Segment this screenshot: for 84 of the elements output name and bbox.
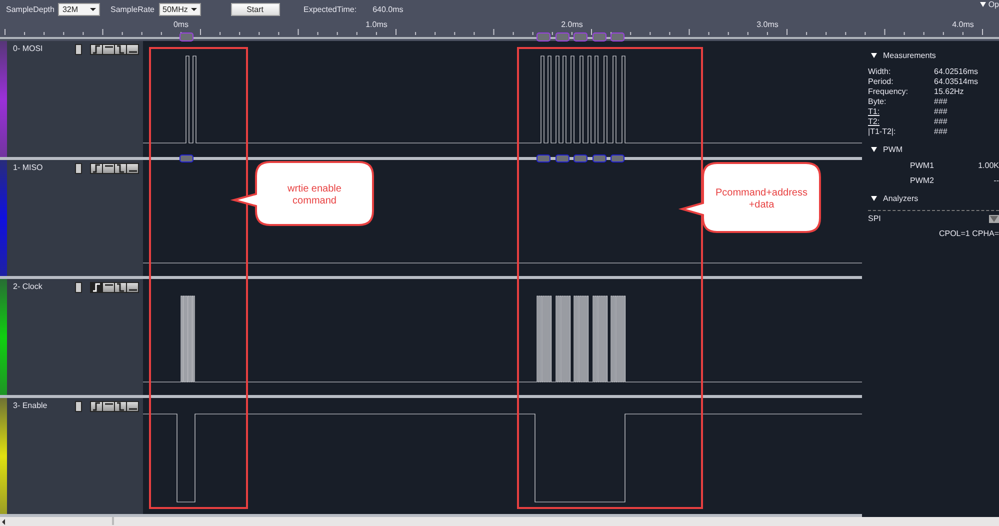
falling-edge-trigger-button[interactable] xyxy=(115,283,126,292)
pwm-label: PWM1 xyxy=(910,161,935,170)
filter-icon[interactable] xyxy=(989,214,999,222)
expected-time-value: 640.0ms xyxy=(372,4,404,14)
triangle-icon xyxy=(980,2,986,7)
cursor-marker[interactable] xyxy=(536,32,550,42)
measurement-label: Frequency: xyxy=(868,87,910,96)
expected-time-label: ExpectedTime: xyxy=(304,4,357,14)
measurement-value: ### xyxy=(934,117,948,126)
pwm-value: 1.00K xyxy=(977,161,999,170)
cursor-marker[interactable] xyxy=(592,32,606,42)
decoder-marker xyxy=(180,154,194,162)
measurement-label: Width: xyxy=(868,67,892,76)
channel-name: 3- Enable xyxy=(13,401,48,410)
scroll-left-icon[interactable] xyxy=(2,519,5,525)
decoder-marker xyxy=(574,154,588,162)
high-level-trigger-button[interactable] xyxy=(103,45,114,54)
time-label: 0ms xyxy=(172,20,190,29)
pwm-value: -- xyxy=(992,176,999,185)
low-level-trigger-button[interactable] xyxy=(127,164,138,173)
rising-edge-icon xyxy=(92,283,101,292)
channel-handle[interactable] xyxy=(75,282,82,293)
section-title[interactable]: PWM xyxy=(883,145,903,154)
cursor-marker[interactable] xyxy=(180,32,194,42)
measurement-value: ### xyxy=(934,127,948,136)
channel-handle[interactable] xyxy=(75,44,82,55)
high-level-trigger-button[interactable] xyxy=(103,402,114,411)
measurement-value: 64.02516ms xyxy=(934,67,980,76)
triangle-icon xyxy=(871,147,877,152)
rising-edge-trigger-button[interactable] xyxy=(91,45,102,54)
channel-name: 0- MOSI xyxy=(13,44,44,53)
measurement-value: 64.03514ms xyxy=(934,77,980,86)
measurement-value: 15.62Hz xyxy=(934,87,965,96)
cursor-marker[interactable] xyxy=(610,32,624,42)
section-title[interactable]: Measurements xyxy=(883,51,936,60)
falling-edge-trigger-button[interactable] xyxy=(115,164,126,173)
measurement-label: T2: xyxy=(868,117,881,126)
measurement-label: Period: xyxy=(868,77,894,86)
time-label: 2.0ms xyxy=(560,20,584,29)
caret-icon xyxy=(190,8,197,10)
analyzer-name: SPI xyxy=(868,214,881,223)
sample-rate-dropdown[interactable]: 50MHz xyxy=(158,2,201,16)
rising-edge-trigger-button[interactable] xyxy=(91,164,102,173)
channel-name: 1- MISO xyxy=(13,163,44,172)
callout: Pcommand+address +data xyxy=(681,162,821,233)
triangle-icon xyxy=(871,53,877,58)
decoder-marker xyxy=(592,154,606,162)
sample-rate-label: SampleRate xyxy=(110,4,155,14)
options-menu[interactable]: Op xyxy=(980,0,999,9)
measurement-label: |T1-T2|: xyxy=(868,127,897,136)
falling-edge-trigger-button[interactable] xyxy=(115,402,126,411)
low-level-trigger-button[interactable] xyxy=(127,402,138,411)
callout: wrtie enable command xyxy=(233,161,374,226)
channel-name: 2- Clock xyxy=(13,282,44,291)
time-label: 3.0ms xyxy=(756,20,780,29)
high-level-trigger-button[interactable] xyxy=(103,164,114,173)
decoder-marker xyxy=(556,154,570,162)
rising-edge-trigger-button[interactable] xyxy=(91,283,102,292)
measurement-value: ### xyxy=(934,107,948,116)
channel-handle[interactable] xyxy=(75,401,82,412)
time-label: 4.0ms xyxy=(951,20,975,29)
analyzer-settings: CPOL=1 CPHA= xyxy=(938,229,999,238)
caret-icon xyxy=(90,8,96,10)
low-level-trigger-button[interactable] xyxy=(127,283,138,292)
rising-edge-trigger-button[interactable] xyxy=(91,402,102,411)
decoder-marker xyxy=(536,154,550,162)
sample-depth-dropdown[interactable]: 32M xyxy=(58,2,100,16)
horizontal-scrollbar[interactable] xyxy=(0,517,999,526)
high-level-trigger-button[interactable] xyxy=(103,283,114,292)
sample-depth-label: SampleDepth xyxy=(6,4,54,14)
channel-handle[interactable] xyxy=(75,163,82,174)
start-button[interactable]: Start xyxy=(230,2,280,16)
section-title[interactable]: Analyzers xyxy=(883,194,918,203)
measurement-value: ### xyxy=(934,97,948,106)
cursor-marker[interactable] xyxy=(556,32,570,42)
low-level-trigger-button[interactable] xyxy=(127,45,138,54)
pwm-label: PWM2 xyxy=(910,176,935,185)
measurement-label: T1: xyxy=(868,107,881,116)
time-label: 1.0ms xyxy=(364,20,388,29)
measurement-label: Byte: xyxy=(868,97,888,106)
falling-edge-trigger-button[interactable] xyxy=(115,45,126,54)
triangle-icon xyxy=(871,196,877,201)
decoder-marker xyxy=(610,154,624,162)
cursor-marker[interactable] xyxy=(574,32,588,42)
